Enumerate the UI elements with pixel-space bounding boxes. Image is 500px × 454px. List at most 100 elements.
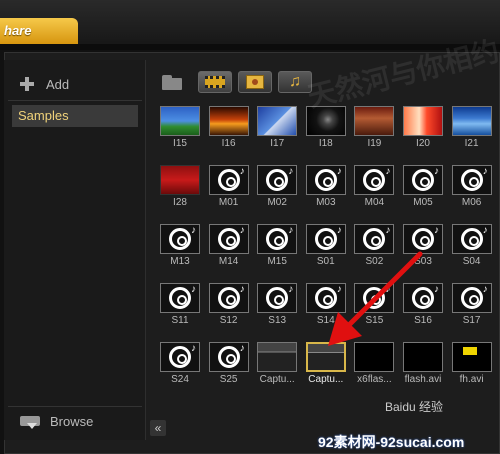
media-tile[interactable]: ♪ M02 [257, 165, 298, 211]
note-icon: ♪ [288, 225, 294, 236]
sidebar-divider [8, 100, 142, 101]
audio-thumbnail: ♪ [257, 224, 298, 254]
note-icon: ♪ [482, 225, 488, 236]
audio-thumbnail: ♪ [208, 283, 249, 313]
media-tile[interactable]: ♪ M01 [208, 165, 249, 211]
collapse-sidebar-button[interactable]: « [150, 420, 166, 436]
tile-caption: Captu... [308, 374, 344, 385]
note-icon: ♪ [482, 166, 488, 177]
disc-icon [460, 228, 483, 250]
media-tile[interactable]: ♪ S12 [208, 283, 249, 329]
red-arrow-annotation [328, 251, 423, 346]
media-tile[interactable]: I28 [160, 165, 200, 211]
media-thumbnail [160, 165, 200, 195]
media-tile[interactable]: ♪ M06 [451, 165, 492, 211]
note-icon: ♪ [482, 284, 488, 295]
baidu-logo: Baidu 经验 [385, 400, 444, 414]
add-button[interactable]: Add [8, 70, 142, 98]
disc-icon [266, 287, 289, 309]
disc-icon [217, 346, 240, 368]
tile-caption: M04 [364, 197, 385, 208]
media-thumbnail [451, 106, 492, 136]
tile-caption: S25 [219, 374, 238, 385]
tile-caption: flash.avi [404, 374, 442, 385]
video-badge-icon [462, 347, 477, 355]
disc-icon [266, 228, 289, 250]
media-tile[interactable]: ♪ M15 [257, 224, 298, 270]
tile-caption: I19 [367, 138, 382, 149]
photo-filter-button[interactable] [238, 71, 272, 93]
tile-caption: x6flas... [357, 374, 392, 385]
audio-thumbnail: ♪ [305, 165, 346, 195]
media-tile[interactable]: I17 [257, 106, 298, 152]
media-tile[interactable]: ♪ M04 [354, 165, 395, 211]
tile-caption: S11 [171, 315, 189, 326]
sidebar: Add Samples Browse [4, 60, 146, 440]
media-thumbnail [257, 342, 298, 372]
folder-icon[interactable] [160, 72, 184, 92]
note-icon: ♪ [336, 166, 342, 177]
tile-caption: fh.avi [459, 374, 484, 385]
sidebar-item-samples[interactable]: Samples [12, 105, 138, 127]
audio-thumbnail: ♪ [451, 283, 492, 313]
media-tile[interactable]: I21 [451, 106, 492, 152]
plus-icon [18, 75, 36, 93]
audio-thumbnail: ♪ [160, 224, 200, 254]
audio-thumbnail: ♪ [451, 224, 492, 254]
media-tile[interactable]: ♪ M05 [403, 165, 443, 211]
tile-caption: S24 [171, 374, 189, 385]
top-bar: hare [0, 0, 500, 50]
media-tile[interactable]: I19 [354, 106, 395, 152]
note-icon: ♪ [239, 225, 245, 236]
tile-caption: M05 [413, 197, 433, 208]
disc-icon [460, 287, 483, 309]
tile-caption: I21 [464, 138, 479, 149]
disc-icon [363, 228, 386, 250]
media-tile[interactable]: ♪ M03 [305, 165, 346, 211]
site-url: 92素材网-92sucai.com [318, 434, 465, 450]
music-note-icon: ♫ [289, 73, 301, 90]
audio-thumbnail: ♪ [160, 342, 200, 372]
media-tile[interactable]: ♪ S11 [160, 283, 200, 329]
tile-caption: S13 [268, 315, 287, 326]
disc-icon [169, 228, 191, 250]
disc-icon [460, 169, 483, 191]
media-tile[interactable]: fh.avi [451, 342, 492, 388]
media-tile[interactable]: ♪ S17 [451, 283, 492, 329]
audio-thumbnail: ♪ [208, 342, 249, 372]
tile-caption: I17 [270, 138, 285, 149]
note-icon: ♪ [336, 225, 342, 236]
media-tile[interactable]: ♪ M14 [208, 224, 249, 270]
browse-button[interactable]: Browse [8, 406, 142, 436]
media-tile[interactable]: I20 [403, 106, 443, 152]
tile-caption: S17 [462, 315, 481, 326]
media-tile[interactable]: Captu... [257, 342, 298, 388]
app-tab[interactable]: hare [0, 18, 78, 44]
media-tile[interactable]: ♪ M13 [160, 224, 200, 270]
media-thumbnail [354, 106, 395, 136]
audio-thumbnail: ♪ [208, 165, 249, 195]
tile-caption: M13 [170, 256, 190, 267]
disc-icon [363, 169, 386, 191]
add-label: Add [46, 76, 70, 92]
disc-icon [412, 228, 434, 250]
tile-caption: M01 [218, 197, 239, 208]
video-filter-button[interactable] [198, 71, 232, 93]
media-tile[interactable]: ♪ S13 [257, 283, 298, 329]
note-icon: ♪ [434, 225, 439, 236]
media-tile[interactable]: ♪ S24 [160, 342, 200, 388]
audio-thumbnail: ♪ [354, 165, 395, 195]
media-tile[interactable]: I16 [208, 106, 249, 152]
media-tile[interactable]: ♪ S25 [208, 342, 249, 388]
tile-caption: M06 [461, 197, 482, 208]
media-thumbnail [403, 106, 443, 136]
disc-icon [314, 228, 337, 250]
note-icon: ♪ [434, 166, 439, 177]
media-tile[interactable]: ♪ S04 [451, 224, 492, 270]
media-tile[interactable]: I15 [160, 106, 200, 152]
note-icon: ♪ [385, 166, 391, 177]
tile-caption: I16 [221, 138, 236, 149]
disc-icon [169, 287, 191, 309]
audio-thumbnail: ♪ [257, 165, 298, 195]
tile-caption: I28 [173, 197, 187, 208]
